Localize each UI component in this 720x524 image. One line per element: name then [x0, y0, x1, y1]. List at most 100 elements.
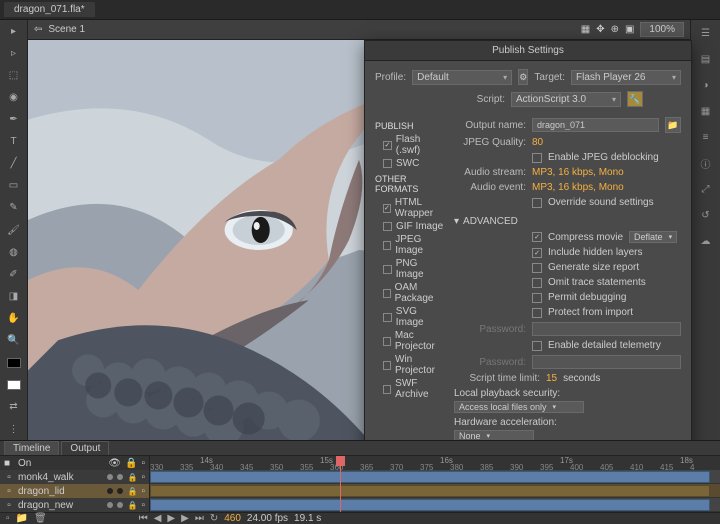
format-svg[interactable]: SVG Image: [375, 305, 446, 329]
align-panel-icon[interactable]: ≡: [691, 124, 720, 150]
center-stage-icon[interactable]: ⊕: [611, 24, 619, 35]
selection-tool[interactable]: ▸: [0, 20, 27, 42]
permit-debug-checkbox[interactable]: [532, 293, 542, 303]
hand-tool[interactable]: ✋: [0, 307, 27, 329]
options-icon[interactable]: ⋮: [0, 418, 27, 440]
text-tool[interactable]: T: [0, 131, 27, 153]
pen-tool[interactable]: ✒: [0, 108, 27, 130]
brush-tool[interactable]: 🖌: [0, 219, 27, 241]
protect-import-checkbox[interactable]: [532, 308, 542, 318]
bucket-tool[interactable]: ◍: [0, 241, 27, 263]
telemetry-checkbox[interactable]: [532, 341, 542, 351]
eraser-tool[interactable]: ◨: [0, 285, 27, 307]
hardware-accel-label: Hardware acceleration:: [454, 417, 557, 428]
format-oam[interactable]: OAM Package: [375, 281, 446, 305]
audio-stream-value[interactable]: MP3, 16 kbps, Mono: [532, 167, 624, 178]
script-time-value[interactable]: 15: [546, 373, 557, 384]
override-sound-label: Override sound settings: [548, 197, 654, 208]
format-swfarchive[interactable]: SWF Archive: [375, 377, 446, 401]
current-frame[interactable]: 460: [224, 513, 241, 524]
script-select[interactable]: ActionScript 3.0: [511, 92, 621, 107]
properties-panel-icon[interactable]: ☰: [691, 20, 720, 46]
hidden-layers-checkbox[interactable]: ✓: [532, 248, 542, 258]
advanced-disclosure-icon[interactable]: ▾: [454, 216, 459, 227]
fill-color-swatch[interactable]: [0, 374, 27, 396]
compress-checkbox[interactable]: ✓: [532, 232, 542, 242]
layer-row[interactable]: ▫dragon_lid🔒▫: [0, 484, 149, 498]
format-jpeg[interactable]: JPEG Image: [375, 233, 446, 257]
protect-import-label: Protect from import: [548, 307, 633, 318]
library-panel-icon[interactable]: ▤: [691, 46, 720, 72]
target-select[interactable]: Flash Player 26: [571, 70, 681, 85]
omit-trace-label: Omit trace statements: [548, 277, 646, 288]
layer-row[interactable]: ▫monk4_walk🔒▫: [0, 470, 149, 484]
omit-trace-checkbox[interactable]: [532, 278, 542, 288]
output-tab[interactable]: Output: [61, 441, 109, 455]
prev-frame-icon[interactable]: ◀: [154, 513, 162, 524]
delete-layer-icon[interactable]: 🗑: [34, 513, 47, 524]
format-win[interactable]: Win Projector: [375, 353, 446, 377]
pencil-tool[interactable]: ✎: [0, 197, 27, 219]
profile-select[interactable]: Default: [412, 70, 512, 85]
rectangle-tool[interactable]: ▭: [0, 175, 27, 197]
cc-panel-icon[interactable]: ☁: [691, 228, 720, 254]
line-tool[interactable]: ╱: [0, 153, 27, 175]
playhead[interactable]: [340, 456, 341, 512]
audio-stream-label: Audio stream:: [454, 167, 526, 178]
format-swc[interactable]: SWC: [375, 157, 446, 170]
jpeg-deblock-checkbox[interactable]: [532, 153, 542, 163]
subselection-tool[interactable]: ▹: [0, 42, 27, 64]
eyedropper-tool[interactable]: ✐: [0, 263, 27, 285]
format-html[interactable]: ✓HTML Wrapper: [375, 196, 446, 220]
scene-label[interactable]: Scene 1: [48, 24, 85, 35]
play-icon[interactable]: ▶: [167, 513, 175, 524]
jpeg-quality-label: JPEG Quality:: [454, 137, 526, 148]
format-png[interactable]: PNG Image: [375, 257, 446, 281]
document-tab[interactable]: dragon_071.fla*: [4, 2, 95, 17]
compress-type-select[interactable]: Deflate: [629, 231, 677, 243]
browse-icon[interactable]: 📁: [665, 117, 681, 133]
zoom-tool[interactable]: 🔍: [0, 330, 27, 352]
format-mac[interactable]: Mac Projector: [375, 329, 446, 353]
new-folder-icon[interactable]: 📁: [16, 513, 28, 524]
last-frame-icon[interactable]: ⏭: [195, 513, 204, 524]
seconds-label: seconds: [563, 373, 600, 384]
format-gif[interactable]: GIF Image: [375, 220, 446, 233]
format-list: PUBLISH ✓Flash (.swf) SWC OTHER FORMATS …: [375, 117, 446, 442]
stroke-color-swatch[interactable]: [0, 352, 27, 374]
clip-icon[interactable]: ▣: [625, 24, 634, 35]
layer-row[interactable]: ▫dragon_new🔒▫: [0, 498, 149, 512]
output-name-input[interactable]: [532, 118, 659, 132]
new-layer-icon[interactable]: ▫: [6, 513, 10, 524]
swatches-panel-icon[interactable]: ▦: [691, 98, 720, 124]
profile-options-icon[interactable]: ⚙: [518, 69, 528, 85]
transform-panel-icon[interactable]: ⤢: [691, 176, 720, 202]
script-settings-icon[interactable]: 🔧: [627, 91, 643, 107]
audio-event-value[interactable]: MP3, 16 kbps, Mono: [532, 182, 624, 193]
color-panel-icon[interactable]: ◑: [691, 72, 720, 98]
timeline-controls: ▫ 📁 🗑 ⏮ ◀ ▶ ▶ ⏭ ↻ 460 24.00 fps 19.1 s: [0, 512, 720, 524]
timeline-tab[interactable]: Timeline: [4, 441, 59, 455]
back-icon[interactable]: ⇦: [34, 24, 42, 35]
override-sound-checkbox[interactable]: [532, 198, 542, 208]
layer-list: ■On👁🔒▫ ▫monk4_walk🔒▫ ▫dragon_lid🔒▫ ▫drag…: [0, 456, 150, 512]
zoom-selector[interactable]: 100%: [640, 22, 684, 37]
swap-colors-icon[interactable]: ⇄: [0, 396, 27, 418]
fps-value[interactable]: 24.00 fps: [247, 513, 288, 524]
history-panel-icon[interactable]: ↺: [691, 202, 720, 228]
edit-scene-icon[interactable]: ▦: [581, 24, 590, 35]
first-frame-icon[interactable]: ⏮: [139, 513, 148, 524]
next-frame-icon[interactable]: ▶: [181, 513, 189, 524]
elapsed-time: 19.1 s: [294, 513, 321, 524]
jpeg-quality-value[interactable]: 80: [532, 137, 543, 148]
info-panel-icon[interactable]: ⓘ: [691, 150, 720, 176]
audio-event-label: Audio event:: [454, 182, 526, 193]
format-flash[interactable]: ✓Flash (.swf): [375, 133, 446, 157]
loop-icon[interactable]: ↻: [210, 513, 218, 524]
free-transform-tool[interactable]: ⬚: [0, 64, 27, 86]
timeline-frames[interactable]: 14s15s16s17s18s3303353403453503553603653…: [150, 456, 720, 512]
size-report-checkbox[interactable]: [532, 263, 542, 273]
lasso-tool[interactable]: ◉: [0, 86, 27, 108]
playback-security-select[interactable]: Access local files only: [454, 401, 584, 413]
edit-symbols-icon[interactable]: ✥: [596, 24, 604, 35]
